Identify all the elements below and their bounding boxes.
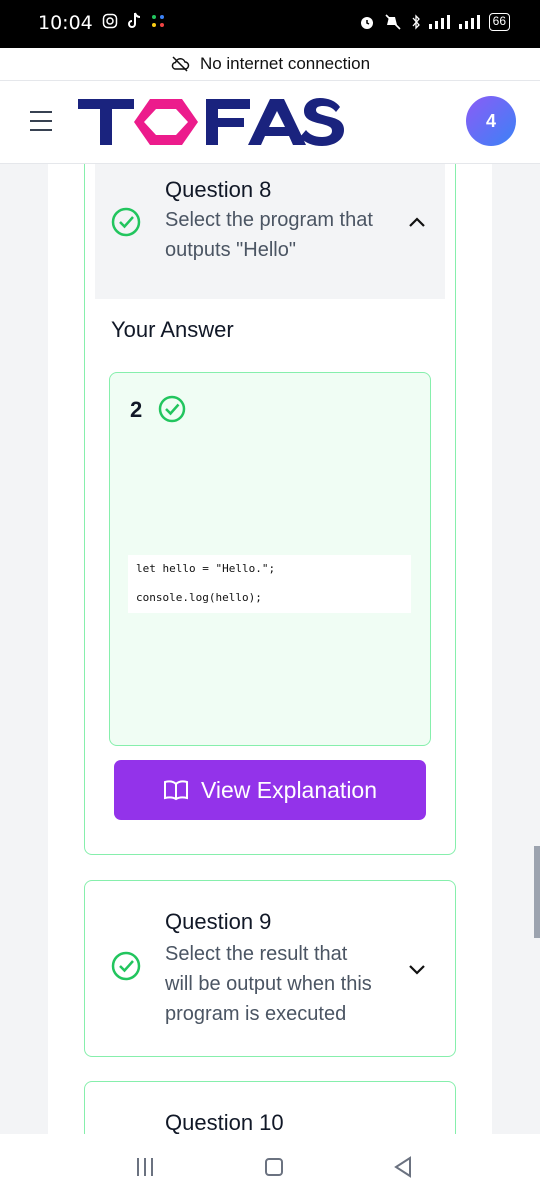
question-card-9[interactable]: Question 9 Select the result that will b… — [84, 880, 456, 1057]
book-icon — [163, 780, 188, 801]
cloud-off-icon — [171, 56, 190, 72]
back-icon[interactable] — [393, 1156, 413, 1178]
status-bar: 10:04 66 — [0, 0, 540, 48]
recent-apps-icon[interactable] — [137, 1158, 155, 1178]
answer-option-box: 2 let hello = "Hello."; console.log(hell… — [109, 372, 431, 746]
check-circle-icon — [158, 395, 186, 423]
avatar[interactable]: 4 — [466, 96, 516, 146]
tofas-logo — [78, 98, 344, 146]
app-icon — [152, 15, 164, 27]
question-header-8[interactable]: Question 8 Select the program that outpu… — [95, 164, 445, 299]
question-text: Select the result that will be output wh… — [165, 943, 372, 1025]
bluetooth-icon — [412, 14, 420, 30]
status-time: 10:04 — [38, 12, 93, 34]
code-line: let hello = "Hello."; — [136, 562, 276, 575]
battery-indicator: 66 — [488, 13, 510, 31]
question-card-10[interactable]: Question 10 — [84, 1081, 456, 1134]
answer-choice-number: 2 — [130, 397, 143, 422]
code-line: console.log(hello); — [136, 591, 262, 604]
menu-icon[interactable] — [30, 111, 52, 133]
your-answer-label: Your Answer — [111, 317, 234, 342]
scrollbar[interactable] — [534, 846, 540, 938]
question-title: Question 9 — [165, 909, 272, 934]
status-right-icons: 66 — [359, 13, 510, 31]
question-title: Question 8 — [165, 177, 272, 202]
quiz-review-content[interactable]: Question 8 Select the program that outpu… — [0, 164, 540, 1134]
system-nav-bar — [0, 1134, 540, 1200]
view-explanation-label: View Explanation — [200, 776, 378, 803]
signal-icon — [428, 15, 450, 29]
mute-icon — [385, 14, 401, 30]
code-snippet: let hello = "Hello."; console.log(hello)… — [128, 555, 411, 613]
status-left-icons — [102, 12, 166, 30]
question-title: Question 10 — [165, 1110, 284, 1134]
chevron-up-icon[interactable] — [407, 213, 427, 233]
question-card-8: Question 8 Select the program that outpu… — [84, 164, 456, 855]
question-text: Select the program that outputs "Hello" — [165, 209, 373, 261]
chevron-down-icon[interactable] — [407, 959, 427, 979]
signal-icon — [458, 15, 480, 29]
instagram-icon — [102, 13, 118, 29]
check-circle-icon — [111, 951, 141, 981]
tiktok-icon — [128, 12, 141, 28]
app-header — [0, 80, 540, 164]
alarm-icon — [360, 17, 373, 29]
home-icon[interactable] — [265, 1158, 283, 1176]
check-circle-icon — [111, 207, 141, 237]
view-explanation-button[interactable]: View Explanation — [114, 760, 426, 820]
offline-text: No internet connection — [199, 54, 371, 73]
offline-banner: No internet connection — [0, 48, 540, 80]
